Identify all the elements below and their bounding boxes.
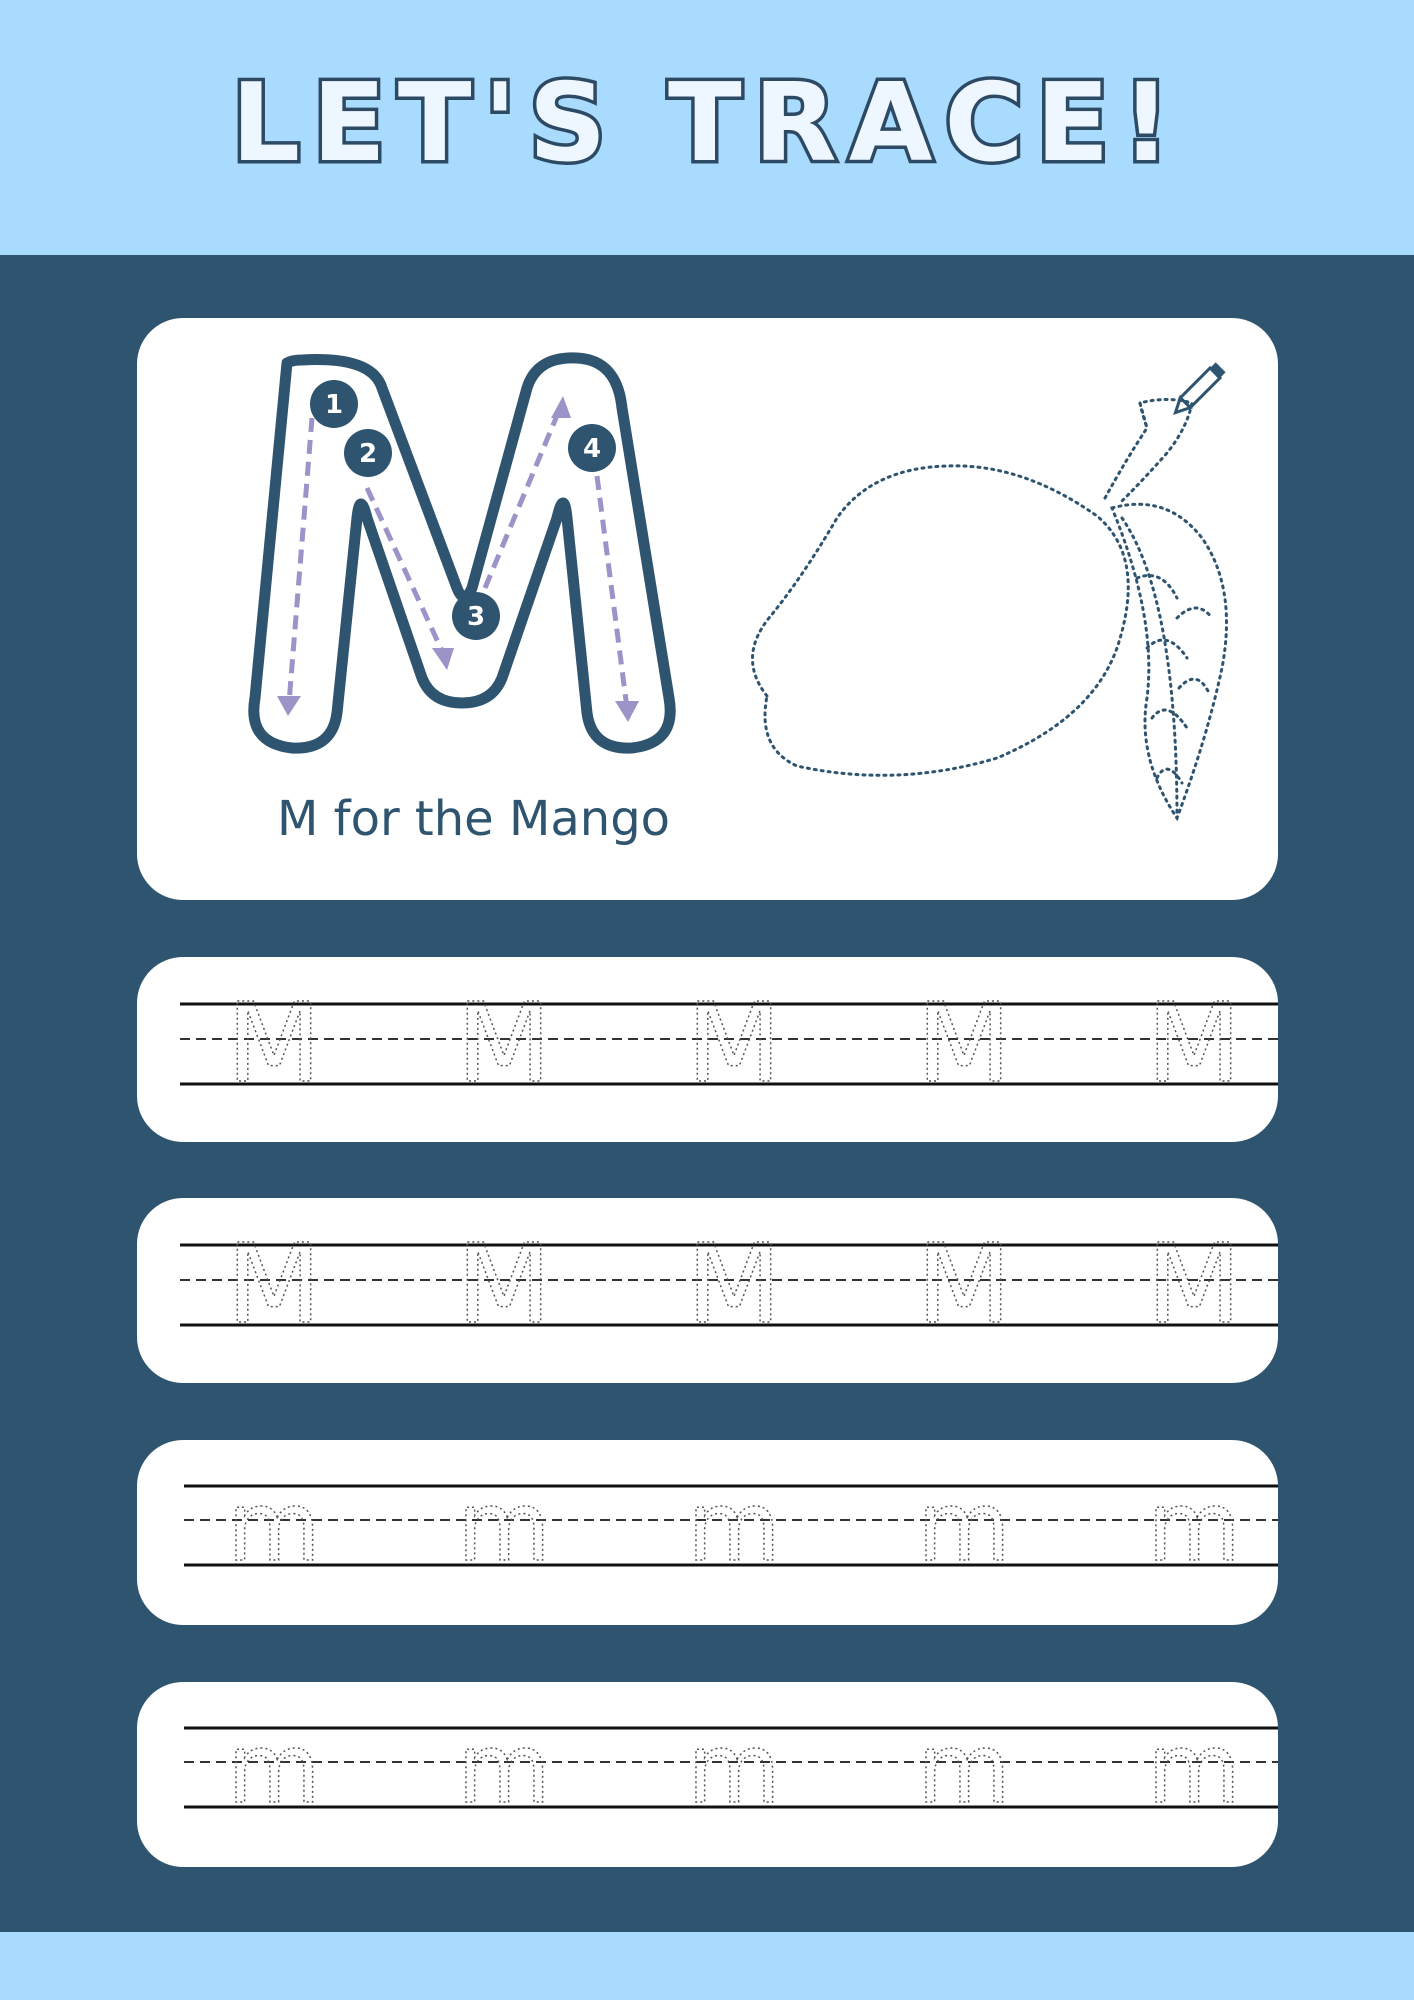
traceable-letter: m: [1147, 1471, 1241, 1583]
traceable-letter: m: [227, 1471, 321, 1583]
practice-row-lowercase-2[interactable]: mmmmm: [137, 1682, 1278, 1867]
traceable-letter: M: [1147, 1220, 1242, 1348]
traceable-letter: M: [917, 979, 1012, 1107]
traceable-letter: M: [227, 1220, 322, 1348]
traceable-letter: m: [457, 1471, 551, 1583]
traceable-letter: M: [1147, 979, 1242, 1107]
stroke-number-3: 3: [452, 592, 500, 640]
practice-row-uppercase-2[interactable]: MMMMM: [137, 1198, 1278, 1383]
stroke-number-1: 1: [310, 380, 358, 428]
traceable-letter: M: [687, 979, 782, 1107]
traceable-letter: M: [917, 1220, 1012, 1348]
traceable-letter: m: [457, 1713, 551, 1825]
stroke-number-2: 2: [344, 429, 392, 477]
traceable-letter: m: [1147, 1713, 1241, 1825]
hero-caption: M for the Mango: [277, 791, 671, 847]
traceable-letter: M: [227, 979, 322, 1107]
traceable-letter: m: [917, 1713, 1011, 1825]
traceable-letters: MMMMM: [226, 1219, 1242, 1349]
pencil-icon: [1173, 362, 1226, 415]
traceable-letter: M: [687, 1220, 782, 1348]
mango-dotted-outline: [751, 398, 1228, 822]
traceable-letter: M: [457, 1220, 552, 1348]
svg-text:4: 4: [583, 434, 601, 464]
worksheet-page: LET'S TRACE! 1 2 3 4 M for the Mango M M…: [0, 0, 1414, 2000]
practice-row-lowercase-1[interactable]: mmmmm: [137, 1440, 1278, 1625]
traceable-letter: m: [687, 1471, 781, 1583]
hero-card: 1 2 3 4 M for the Mango: [137, 318, 1278, 900]
practice-row-uppercase-1[interactable]: MMMMM: [137, 957, 1278, 1142]
traceable-letter: m: [687, 1713, 781, 1825]
svg-text:2: 2: [359, 439, 377, 469]
header-band: LET'S TRACE!: [0, 0, 1414, 255]
footer-band: [0, 1932, 1414, 2000]
traceable-letter: m: [227, 1713, 321, 1825]
stroke-number-4: 4: [568, 424, 616, 472]
page-title: LET'S TRACE!: [228, 61, 1183, 186]
svg-text:1: 1: [325, 390, 343, 420]
svg-text:3: 3: [467, 602, 485, 632]
traceable-letter: m: [917, 1471, 1011, 1583]
traceable-letters: MMMMM: [226, 978, 1242, 1108]
traceable-letter: M: [457, 979, 552, 1107]
